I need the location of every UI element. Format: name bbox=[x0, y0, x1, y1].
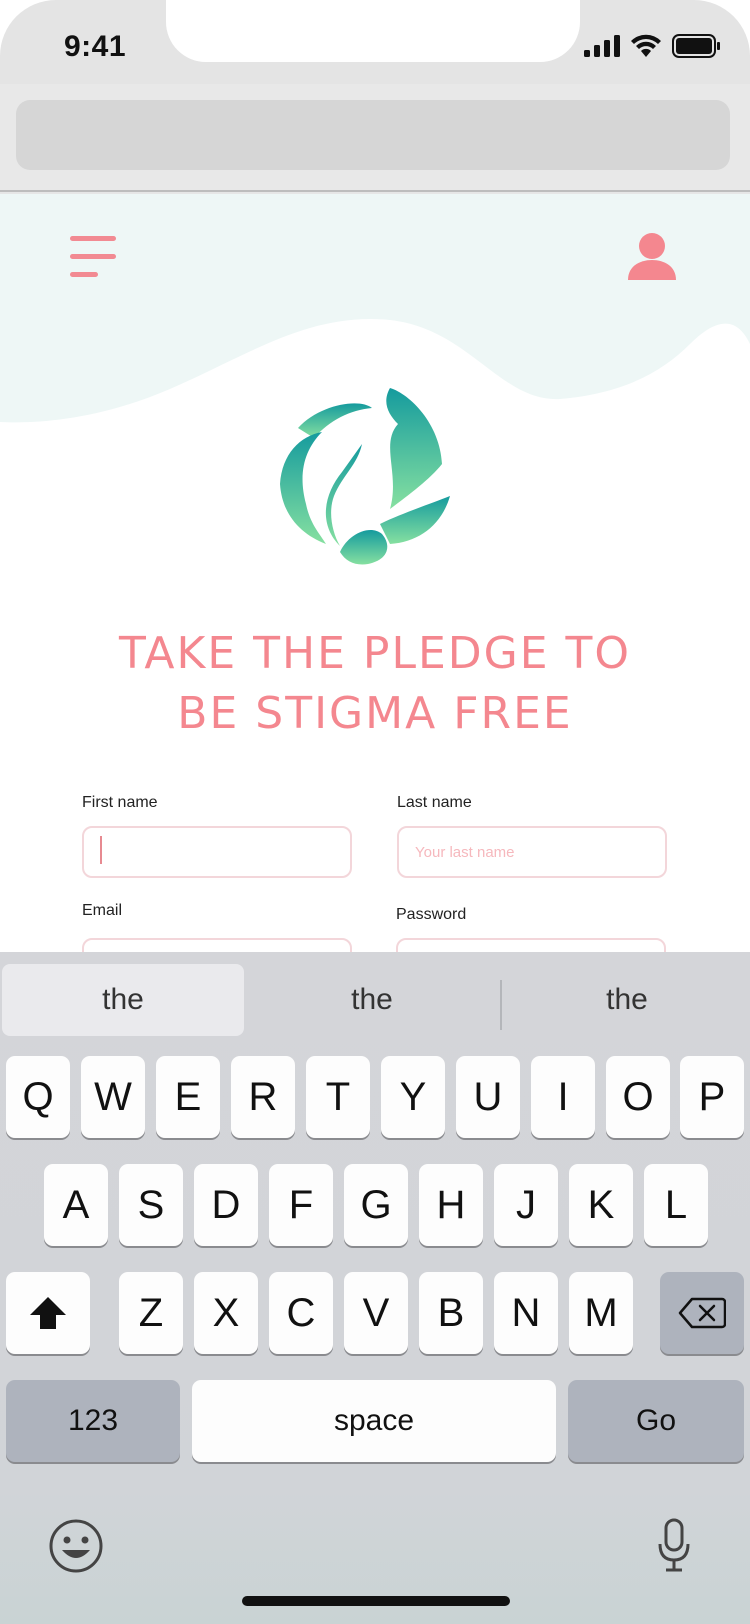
home-indicator bbox=[242, 1596, 510, 1606]
headline-line-1: TAKE THE PLEDGE TO bbox=[118, 628, 632, 679]
space-key[interactable]: space bbox=[192, 1380, 556, 1462]
numbers-key[interactable]: 123 bbox=[6, 1380, 180, 1462]
cellular-signal-icon bbox=[584, 35, 620, 57]
shift-key[interactable] bbox=[6, 1272, 90, 1354]
backspace-icon bbox=[678, 1297, 726, 1329]
key-b[interactable]: B bbox=[419, 1272, 483, 1354]
wifi-icon bbox=[631, 34, 661, 57]
key-n[interactable]: N bbox=[494, 1272, 558, 1354]
key-h[interactable]: H bbox=[419, 1164, 483, 1246]
key-g[interactable]: G bbox=[344, 1164, 408, 1246]
hamburger-menu-button[interactable] bbox=[70, 236, 118, 280]
key-w[interactable]: W bbox=[81, 1056, 145, 1138]
key-v[interactable]: V bbox=[344, 1272, 408, 1354]
key-o[interactable]: O bbox=[606, 1056, 670, 1138]
microphone-icon bbox=[658, 1518, 690, 1572]
first-name-field-wrapper bbox=[82, 826, 352, 878]
page-content: TAKE THE PLEDGE TO BE STIGMA FREE First … bbox=[0, 194, 750, 954]
suggestion-3[interactable]: the bbox=[506, 964, 748, 1036]
email-label: Email bbox=[82, 902, 123, 919]
key-u[interactable]: U bbox=[456, 1056, 520, 1138]
key-y[interactable]: Y bbox=[381, 1056, 445, 1138]
emoji-button[interactable] bbox=[48, 1518, 104, 1574]
key-s[interactable]: S bbox=[119, 1164, 183, 1246]
headline-line-2: BE STIGMA FREE bbox=[177, 688, 573, 739]
key-l[interactable]: L bbox=[644, 1164, 708, 1246]
key-r[interactable]: R bbox=[231, 1056, 295, 1138]
on-screen-keyboard: the the the Q W E R T Y U I O P A S D F … bbox=[0, 952, 750, 1624]
suggestion-2[interactable]: the bbox=[250, 964, 494, 1036]
status-time: 9:41 bbox=[64, 30, 127, 63]
key-m[interactable]: M bbox=[569, 1272, 633, 1354]
key-j[interactable]: J bbox=[494, 1164, 558, 1246]
key-z[interactable]: Z bbox=[119, 1272, 183, 1354]
key-c[interactable]: C bbox=[269, 1272, 333, 1354]
key-p[interactable]: P bbox=[680, 1056, 744, 1138]
key-d[interactable]: D bbox=[194, 1164, 258, 1246]
key-q[interactable]: Q bbox=[6, 1056, 70, 1138]
leaf-circle-logo bbox=[280, 388, 450, 565]
key-x[interactable]: X bbox=[194, 1272, 258, 1354]
page-title: TAKE THE PLEDGE TO BE STIGMA FREE bbox=[0, 624, 750, 744]
hamburger-menu-icon bbox=[70, 236, 116, 241]
key-i[interactable]: I bbox=[531, 1056, 595, 1138]
last-name-label: Last name bbox=[397, 794, 472, 811]
go-key[interactable]: Go bbox=[568, 1380, 744, 1462]
emoji-smiley-icon bbox=[49, 1519, 103, 1573]
address-bar[interactable] bbox=[16, 100, 730, 170]
shift-arrow-icon bbox=[30, 1297, 66, 1329]
first-name-input[interactable] bbox=[82, 826, 352, 878]
password-label: Password bbox=[396, 906, 467, 923]
status-bar: 9:41 bbox=[0, 0, 750, 84]
suggestion-1[interactable]: the bbox=[2, 964, 244, 1036]
first-name-label: First name bbox=[82, 794, 158, 811]
text-cursor bbox=[100, 836, 102, 864]
key-f[interactable]: F bbox=[269, 1164, 333, 1246]
key-t[interactable]: T bbox=[306, 1056, 370, 1138]
browser-toolbar bbox=[0, 84, 750, 192]
last-name-input[interactable] bbox=[397, 826, 667, 878]
user-profile-icon bbox=[628, 233, 676, 280]
notch bbox=[166, 0, 580, 62]
key-a[interactable]: A bbox=[44, 1164, 108, 1246]
suggestion-divider bbox=[500, 980, 502, 1030]
dictation-button[interactable] bbox=[656, 1518, 692, 1574]
key-k[interactable]: K bbox=[569, 1164, 633, 1246]
key-e[interactable]: E bbox=[156, 1056, 220, 1138]
backspace-key[interactable] bbox=[660, 1272, 744, 1354]
battery-icon bbox=[672, 34, 720, 58]
profile-button[interactable] bbox=[624, 230, 680, 286]
